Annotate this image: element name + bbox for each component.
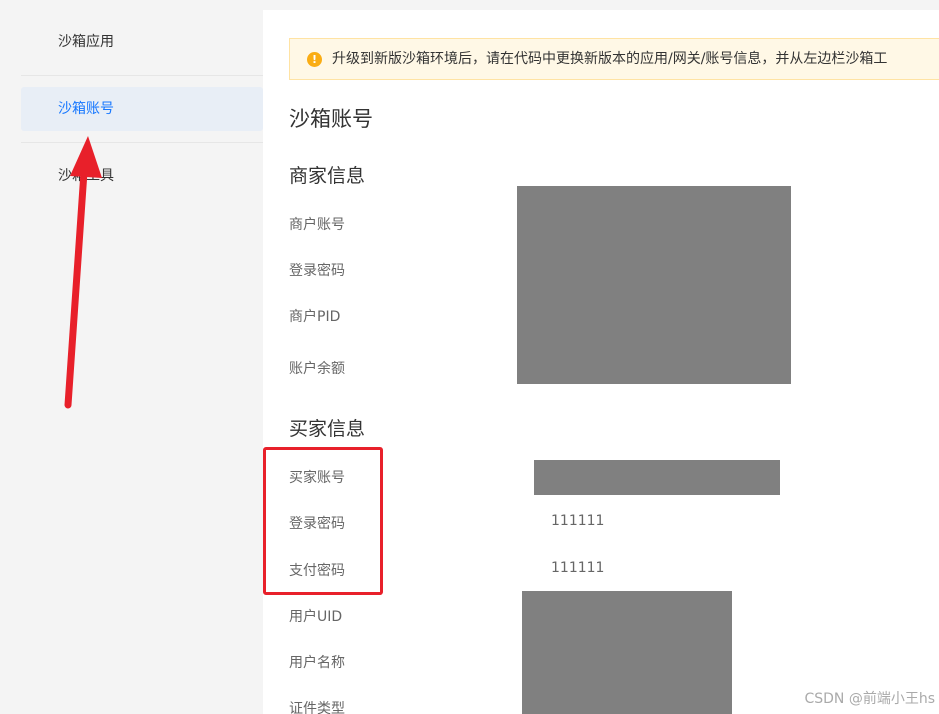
page-title: 沙箱账号 xyxy=(289,107,373,131)
buyer-login-password-value: 111111 xyxy=(551,513,605,529)
sidebar-item-sandbox-apps[interactable]: 沙箱应用 xyxy=(21,20,263,64)
sidebar: 沙箱应用 沙箱账号 沙箱工具 xyxy=(0,0,263,714)
user-name-label: 用户名称 xyxy=(289,655,345,671)
buyer-section-title: 买家信息 xyxy=(289,418,366,440)
user-uid-label: 用户UID xyxy=(289,609,343,625)
sidebar-divider xyxy=(21,75,263,76)
redacted-buyer-info xyxy=(522,591,732,714)
upgrade-alert: ! 升级到新版沙箱环境后，请在代码中更换新版本的应用/网关/账号信息，并从左边栏… xyxy=(289,38,939,80)
sidebar-divider xyxy=(21,142,263,143)
alert-text: 升级到新版沙箱环境后，请在代码中更换新版本的应用/网关/账号信息，并从左边栏沙箱… xyxy=(332,51,888,67)
warning-icon: ! xyxy=(307,52,322,67)
merchant-pid-label: 商户PID xyxy=(289,309,341,325)
buyer-credentials-highlight xyxy=(263,447,383,595)
watermark: CSDN @前端小王hs xyxy=(804,691,935,707)
merchant-section-title: 商家信息 xyxy=(289,165,366,187)
buyer-pay-password-value: 111111 xyxy=(551,560,605,576)
sidebar-item-sandbox-accounts[interactable]: 沙箱账号 xyxy=(21,87,263,131)
id-type-label: 证件类型 xyxy=(289,701,345,714)
sidebar-item-sandbox-tools[interactable]: 沙箱工具 xyxy=(21,154,263,198)
merchant-login-password-label: 登录密码 xyxy=(289,263,345,279)
merchant-account-label: 商户账号 xyxy=(289,217,345,233)
main-content: ! 升级到新版沙箱环境后，请在代码中更换新版本的应用/网关/账号信息，并从左边栏… xyxy=(263,10,939,714)
redacted-buyer-account xyxy=(534,460,780,495)
account-balance-label: 账户余额 xyxy=(289,361,345,377)
redacted-merchant-info xyxy=(517,186,791,384)
